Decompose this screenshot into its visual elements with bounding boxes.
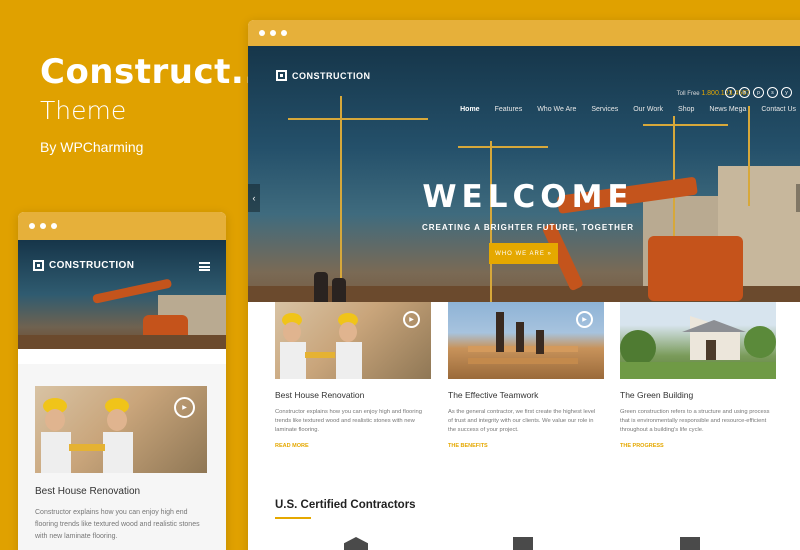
- feature-text: Green construction refers to a structure…: [620, 409, 770, 433]
- nav-item-contact-us[interactable]: Contact Us: [761, 106, 796, 113]
- nav-item-services[interactable]: Services: [591, 106, 618, 113]
- window-dot: [281, 30, 287, 36]
- mobile-logo[interactable]: CONSTRUCTION: [33, 260, 134, 271]
- features-section: ▶ Best House Renovation Constructor expl…: [248, 302, 800, 478]
- contractors-section: U.S. Certified Contractors: [248, 472, 800, 550]
- who-we-are-button[interactable]: WHO WE ARE »: [489, 243, 558, 264]
- feature-image[interactable]: ▶: [275, 302, 431, 379]
- crane-scenery: [643, 124, 728, 126]
- house-icon: [680, 537, 700, 550]
- crane-scenery: [458, 146, 548, 148]
- play-icon[interactable]: ▶: [174, 397, 195, 418]
- promo-subtitle: Theme: [40, 96, 127, 125]
- site-logo[interactable]: CONSTRUCTION: [276, 70, 371, 81]
- nav-item-news-mega[interactable]: News Mega: [709, 106, 746, 113]
- nav-item-who-we-are[interactable]: Who We Are: [537, 106, 576, 113]
- feature-card: ▶ The Effective Teamwork As the general …: [448, 302, 604, 449]
- promo-byline: By WPCharming: [40, 139, 144, 155]
- feature-title[interactable]: The Effective Teamwork: [448, 390, 604, 400]
- crane-scenery: [288, 118, 428, 120]
- mobile-card-title[interactable]: Best House Renovation: [35, 486, 140, 497]
- window-dot: [40, 223, 46, 229]
- feature-image[interactable]: ▶: [448, 302, 604, 379]
- logo-text: CONSTRUCTION: [292, 70, 371, 81]
- nav-item-features[interactable]: Features: [495, 106, 523, 113]
- the-progress-link[interactable]: THE PROGRESS: [620, 443, 776, 449]
- read-more-link[interactable]: READ MORE: [275, 443, 431, 449]
- tollfree-label: Toll Free: [676, 91, 700, 97]
- mobile-window-bar: [18, 212, 226, 240]
- nav-item-home[interactable]: Home: [460, 106, 479, 113]
- green-house-illustration: [620, 316, 776, 379]
- hospital-icon: [513, 537, 533, 550]
- excavator-scenery: [648, 236, 743, 301]
- window-dot: [270, 30, 276, 36]
- skype-icon[interactable]: s: [767, 87, 778, 98]
- twitter-icon[interactable]: t: [725, 87, 736, 98]
- mobile-window: CONSTRUCTION ▶ Best House Renovation Con…: [18, 212, 226, 550]
- worker-scenery: [314, 272, 328, 306]
- window-dot: [259, 30, 265, 36]
- mobile-hero: CONSTRUCTION: [18, 240, 226, 349]
- building-icon: [344, 537, 368, 550]
- main-nav: Home Features Who We Are Services Our Wo…: [460, 106, 796, 113]
- feature-card: The Green Building Green construction re…: [620, 302, 776, 449]
- logo-icon: [33, 260, 44, 271]
- pinterest-icon[interactable]: p: [753, 87, 764, 98]
- hero-tagline: CREATING A BRIGHTER FUTURE, TOGETHER: [422, 223, 634, 232]
- play-icon[interactable]: ▶: [403, 311, 420, 328]
- hero-slider: CONSTRUCTION Toll Free 1.800.123.4567 t …: [248, 46, 800, 336]
- desktop-window-bar: [248, 20, 800, 46]
- feature-text: Constructor explains how you can enjoy h…: [275, 409, 422, 433]
- nav-item-our-work[interactable]: Our Work: [633, 106, 663, 113]
- slider-prev-icon[interactable]: ‹: [248, 184, 260, 212]
- yelp-icon[interactable]: y: [781, 87, 792, 98]
- section-title: U.S. Certified Contractors: [275, 499, 416, 511]
- linkedin-icon[interactable]: in: [739, 87, 750, 98]
- feature-image[interactable]: [620, 302, 776, 379]
- ground-scenery: [18, 335, 226, 349]
- mobile-feature-card: ▶ Best House Renovation Constructor expl…: [18, 364, 226, 550]
- play-icon[interactable]: ▶: [576, 311, 593, 328]
- slider-next-icon[interactable]: ›: [796, 184, 800, 212]
- hero-heading: WELCOME: [422, 179, 634, 215]
- desktop-window: CONSTRUCTION Toll Free 1.800.123.4567 t …: [248, 20, 800, 550]
- mobile-card-text: Constructor explains how you can enjoy h…: [35, 509, 200, 540]
- section-underline: [275, 517, 311, 519]
- mobile-feature-image[interactable]: ▶: [35, 386, 207, 473]
- mobile-logo-text: CONSTRUCTION: [49, 260, 135, 271]
- window-dot: [29, 223, 35, 229]
- logo-icon: [276, 70, 287, 81]
- the-benefits-link[interactable]: THE BENEFITS: [448, 443, 604, 449]
- feature-text: As the general contractor, we first crea…: [448, 409, 596, 433]
- feature-title[interactable]: Best House Renovation: [275, 390, 431, 400]
- hamburger-menu-icon[interactable]: [199, 262, 210, 271]
- window-dot: [51, 223, 57, 229]
- social-icons: t in p s y: [725, 87, 792, 98]
- promo-title: Construct..: [40, 52, 258, 92]
- nav-item-shop[interactable]: Shop: [678, 106, 694, 113]
- feature-card: ▶ Best House Renovation Constructor expl…: [275, 302, 431, 449]
- feature-title[interactable]: The Green Building: [620, 390, 776, 400]
